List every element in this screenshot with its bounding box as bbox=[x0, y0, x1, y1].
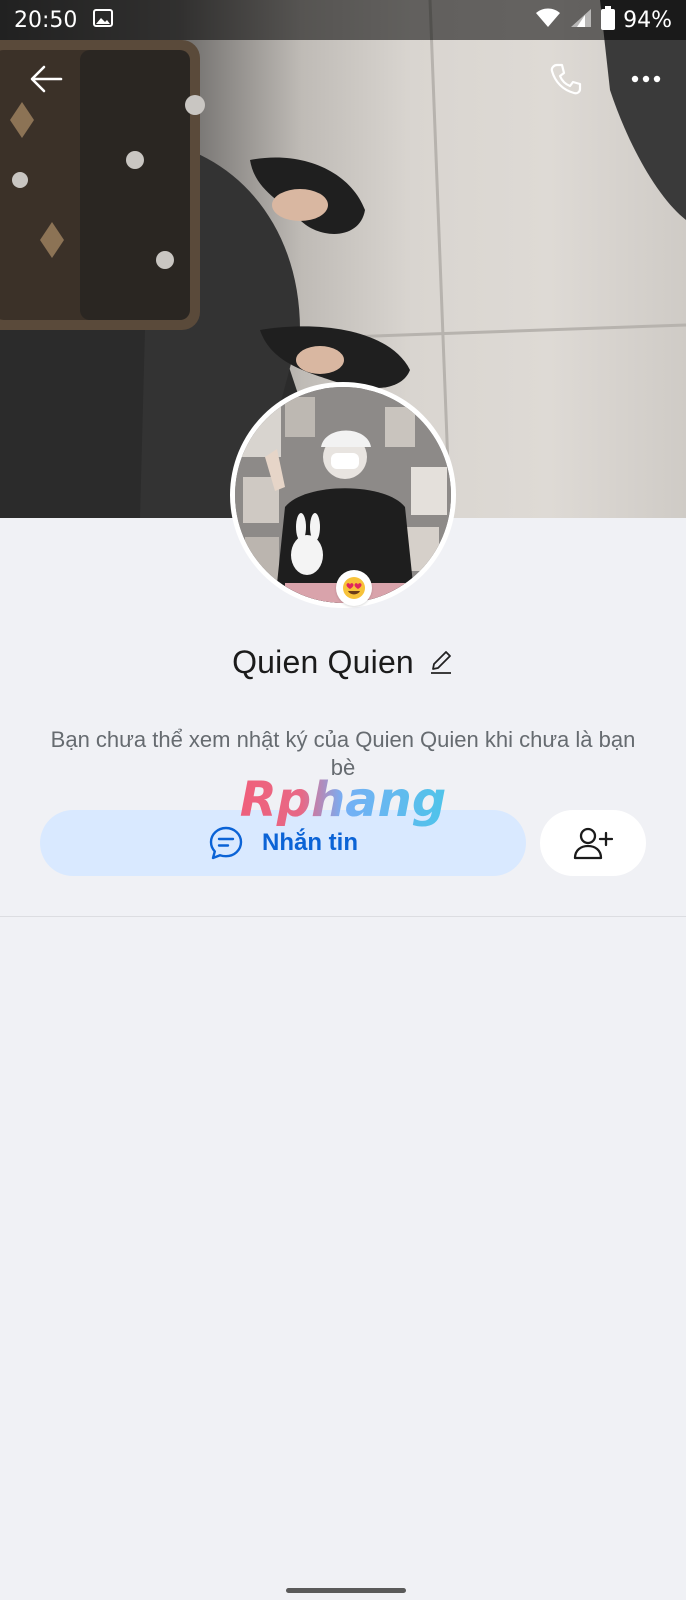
add-friend-icon bbox=[573, 827, 613, 860]
battery-icon bbox=[601, 6, 616, 34]
profile-name-row: Quien Quien bbox=[0, 640, 686, 684]
status-time: 20:50 bbox=[14, 7, 78, 33]
svg-text:Rphang: Rphang bbox=[240, 772, 446, 828]
back-button[interactable] bbox=[22, 55, 70, 103]
back-arrow-icon bbox=[30, 65, 63, 93]
section-divider bbox=[0, 916, 686, 917]
gallery-icon bbox=[93, 9, 114, 31]
more-button[interactable] bbox=[622, 55, 670, 103]
heart-eyes-emoji-icon bbox=[343, 577, 365, 599]
chat-bubble-icon bbox=[209, 826, 243, 860]
battery-percent: 94% bbox=[623, 7, 672, 33]
message-button-label: Nhắn tin bbox=[262, 829, 358, 856]
call-button[interactable] bbox=[542, 55, 590, 103]
add-friend-button[interactable] bbox=[540, 810, 646, 876]
cell-signal-icon bbox=[569, 7, 593, 33]
profile-name: Quien Quien bbox=[232, 643, 414, 680]
wifi-icon bbox=[535, 7, 561, 33]
avatar-badge bbox=[336, 570, 372, 606]
home-indicator[interactable] bbox=[286, 1588, 406, 1593]
phone-icon bbox=[550, 63, 582, 95]
status-bar: 20:50 94% bbox=[0, 0, 686, 40]
pencil-edit-icon[interactable] bbox=[428, 649, 454, 675]
more-dots-icon bbox=[631, 75, 661, 83]
avatar-image bbox=[235, 387, 451, 603]
rphang-watermark-logo: Rphang bbox=[240, 772, 446, 828]
avatar-photo bbox=[235, 387, 451, 603]
